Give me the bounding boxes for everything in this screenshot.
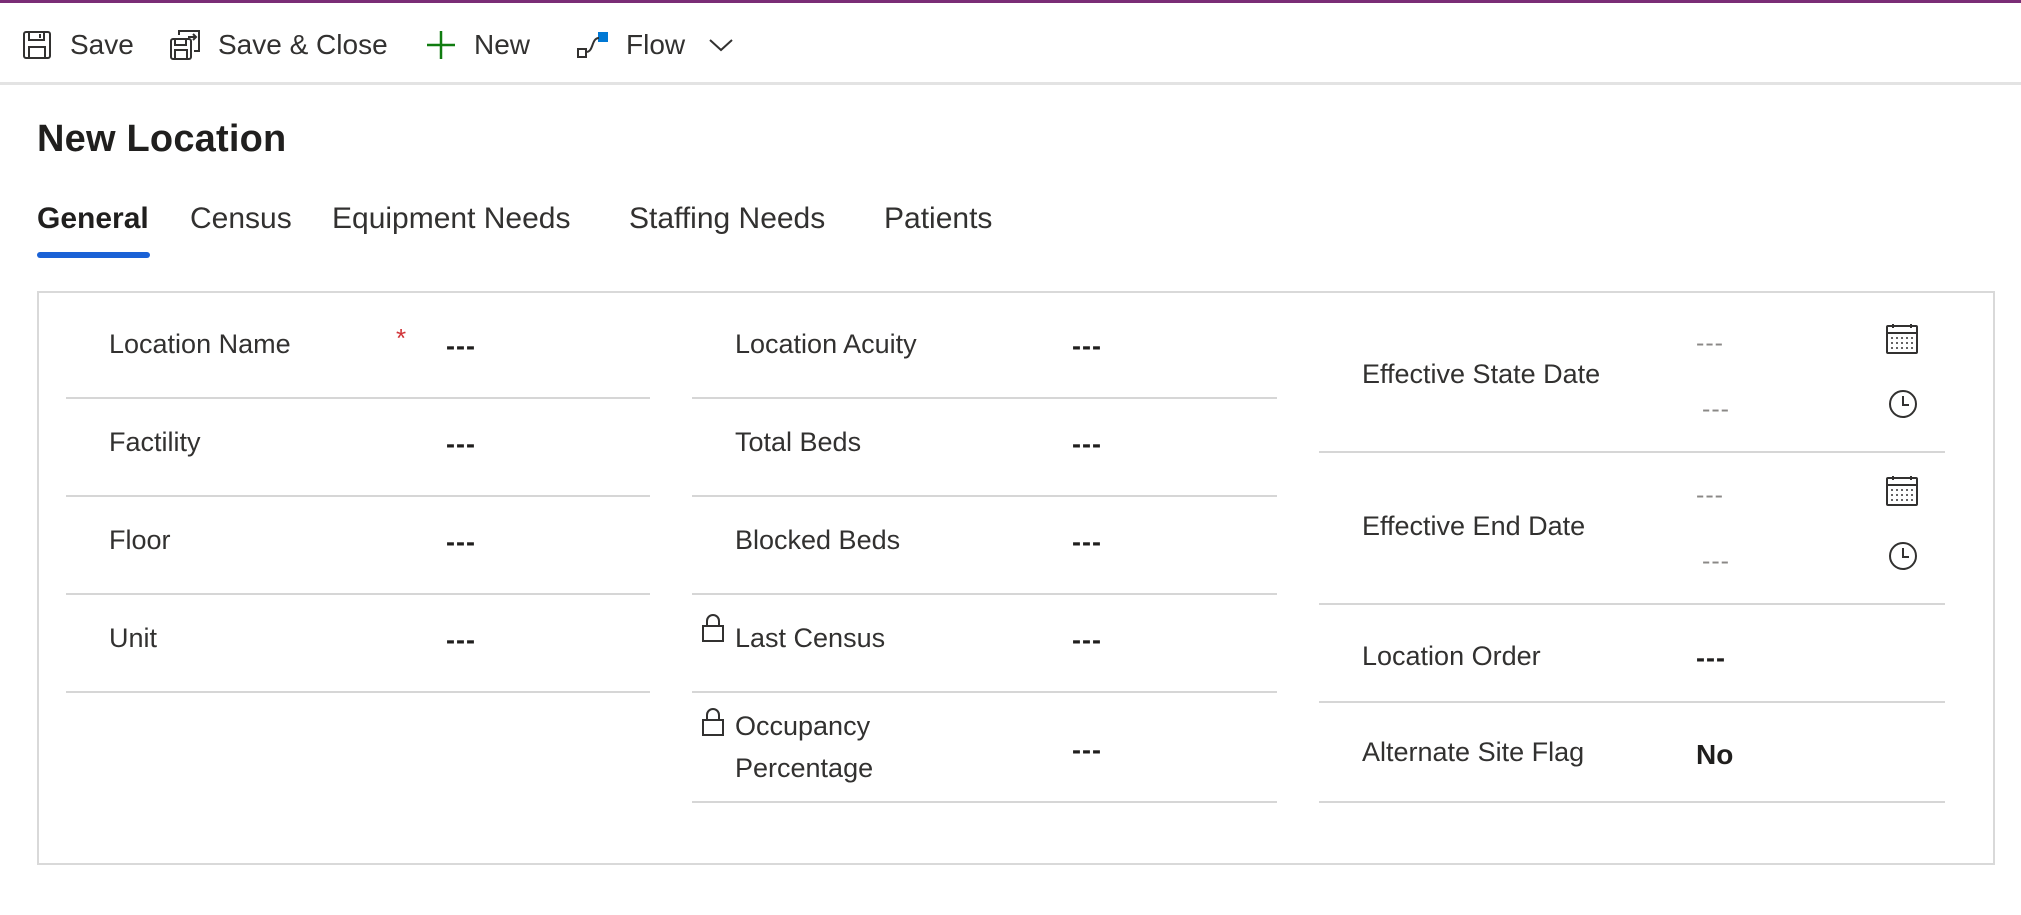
effective-state-date-field: Effective State Date --- --- <box>1319 293 1945 453</box>
save-close-button[interactable]: Save & Close <box>168 21 388 69</box>
occupancy-percentage-field: Occupancy Percentage --- <box>692 693 1277 803</box>
total-beds-label: Total Beds <box>735 427 862 457</box>
location-acuity-field: Location Acuity --- <box>692 293 1277 399</box>
flow-icon <box>576 28 610 62</box>
clock-icon[interactable] <box>1888 389 1918 424</box>
facility-field: Factility --- <box>66 399 650 497</box>
total-beds-field: Total Beds --- <box>692 399 1277 497</box>
location-name-label: Location Name <box>109 329 291 359</box>
active-tab-indicator <box>37 252 150 258</box>
occupancy-percentage-value: --- <box>1072 735 1102 765</box>
save-label: Save <box>70 29 134 60</box>
lock-icon <box>701 613 725 648</box>
general-section: Location Name * --- Factility --- Floor … <box>37 291 1995 865</box>
unit-input[interactable]: --- <box>446 625 476 656</box>
effective-end-time-input[interactable]: --- <box>1702 547 1730 576</box>
last-census-label: Last Census <box>735 623 886 653</box>
save-close-icon <box>168 28 202 62</box>
lock-icon <box>701 707 725 742</box>
tab-census[interactable]: Census <box>190 202 292 236</box>
location-order-input[interactable]: --- <box>1696 643 1726 674</box>
clock-icon[interactable] <box>1888 541 1918 576</box>
tab-staffing-needs[interactable]: Staffing Needs <box>629 202 825 236</box>
location-acuity-input[interactable]: --- <box>1072 331 1102 362</box>
flow-label: Flow <box>626 29 686 60</box>
effective-end-date-field: Effective End Date --- --- <box>1319 453 1945 605</box>
blocked-beds-input[interactable]: --- <box>1072 527 1102 558</box>
save-close-label: Save & Close <box>218 29 388 60</box>
occupancy-label-line1: Occupancy <box>735 711 871 741</box>
total-beds-input[interactable]: --- <box>1072 429 1102 460</box>
tab-equipment-needs[interactable]: Equipment Needs <box>332 202 570 236</box>
command-bar: Save Save & Close New Flow <box>0 3 2021 85</box>
unit-field: Unit --- <box>66 595 650 693</box>
page-title: New Location <box>37 118 287 160</box>
location-order-field: Location Order --- <box>1319 605 1945 703</box>
required-indicator: * <box>396 323 407 353</box>
tab-patients[interactable]: Patients <box>884 202 992 236</box>
effective-state-date-input[interactable]: --- <box>1696 329 1724 358</box>
calendar-icon[interactable] <box>1885 475 1919 512</box>
blocked-beds-label: Blocked Beds <box>735 525 901 555</box>
unit-label: Unit <box>109 623 158 653</box>
alternate-site-flag-toggle[interactable]: No <box>1696 739 1733 771</box>
floor-label: Floor <box>109 525 171 555</box>
new-label: New <box>474 29 531 60</box>
flow-button[interactable]: Flow <box>576 21 685 69</box>
last-census-value: --- <box>1072 625 1102 655</box>
effective-state-date-label: Effective State Date <box>1362 359 1601 389</box>
calendar-icon[interactable] <box>1885 323 1919 360</box>
tab-general[interactable]: General <box>37 202 149 236</box>
chevron-down-icon <box>704 28 738 62</box>
save-icon <box>20 28 54 62</box>
effective-state-time-input[interactable]: --- <box>1702 395 1730 424</box>
new-button[interactable]: New <box>424 21 530 69</box>
location-order-label: Location Order <box>1362 641 1541 671</box>
facility-label: Factility <box>109 427 201 457</box>
alternate-site-flag-field: Alternate Site Flag No <box>1319 703 1945 803</box>
plus-icon <box>424 28 458 62</box>
save-button[interactable]: Save <box>20 21 134 69</box>
more-commands-button[interactable] <box>704 21 738 69</box>
location-acuity-label: Location Acuity <box>735 329 917 359</box>
effective-end-date-label: Effective End Date <box>1362 511 1586 541</box>
location-name-input[interactable]: --- <box>446 331 476 362</box>
floor-input[interactable]: --- <box>446 527 476 558</box>
facility-input[interactable]: --- <box>446 429 476 460</box>
occupancy-percentage-label: Occupancy Percentage <box>735 705 873 789</box>
alternate-site-flag-label: Alternate Site Flag <box>1362 737 1585 767</box>
blocked-beds-field: Blocked Beds --- <box>692 497 1277 595</box>
last-census-field: Last Census --- <box>692 595 1277 693</box>
location-name-field: Location Name * --- <box>66 293 650 399</box>
occupancy-label-line2: Percentage <box>735 753 874 783</box>
floor-field: Floor --- <box>66 497 650 595</box>
effective-end-date-input[interactable]: --- <box>1696 481 1724 510</box>
